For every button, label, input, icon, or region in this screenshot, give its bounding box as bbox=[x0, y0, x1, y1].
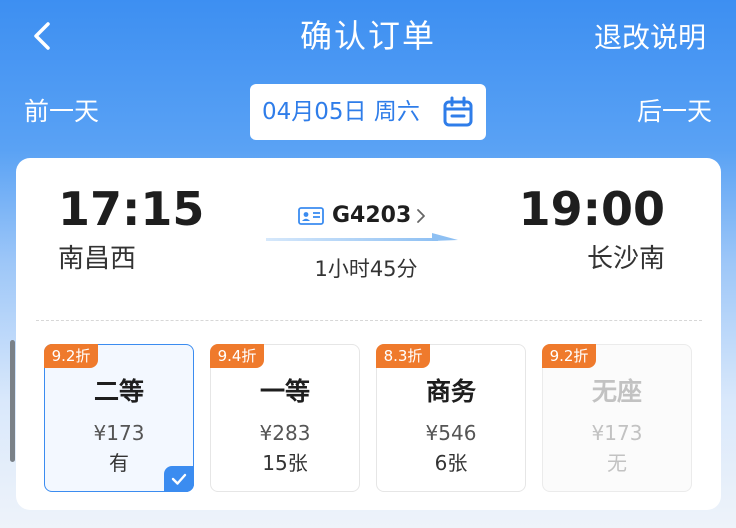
direction-arrow-icon bbox=[266, 233, 458, 241]
train-number: G4203 bbox=[332, 203, 412, 228]
seat-class-name: 无座 bbox=[591, 377, 642, 406]
seat-availability: 6张 bbox=[434, 451, 468, 475]
seat-class-name: 一等 bbox=[259, 377, 310, 406]
date-text: 04月05日 周六 bbox=[262, 99, 420, 125]
date-bar: 前一天 04月05日 周六 后一天 bbox=[0, 82, 736, 144]
seat-option-business-class[interactable]: 8.3折 商务 ¥546 6张 bbox=[376, 344, 526, 492]
discount-badge: 9.2折 bbox=[542, 344, 596, 368]
header-bar: 确认订单 退改说明 bbox=[0, 0, 736, 76]
seat-class-name: 商务 bbox=[425, 377, 476, 406]
discount-badge: 8.3折 bbox=[376, 344, 430, 368]
seat-price: ¥283 bbox=[259, 421, 311, 445]
seat-option-first-class[interactable]: 9.4折 一等 ¥283 15张 bbox=[210, 344, 360, 492]
seat-availability: 15张 bbox=[262, 451, 308, 475]
calendar-icon bbox=[443, 96, 473, 127]
next-day-button[interactable]: 后一天 bbox=[637, 96, 712, 128]
date-picker[interactable]: 04月05日 周六 bbox=[250, 84, 486, 140]
seat-price: ¥173 bbox=[591, 421, 643, 445]
discount-badge: 9.4折 bbox=[210, 344, 264, 368]
seat-price: ¥173 bbox=[93, 421, 145, 445]
selected-check-icon bbox=[164, 466, 194, 492]
seat-price: ¥546 bbox=[425, 421, 477, 445]
chevron-right-icon bbox=[417, 209, 426, 223]
id-card-icon bbox=[298, 207, 324, 225]
departure-time: 17:15 bbox=[58, 182, 205, 236]
seat-option-second-class[interactable]: 9.2折 二等 ¥173 有 bbox=[44, 344, 194, 492]
arrival-time: 19:00 bbox=[518, 182, 665, 236]
seat-class-name: 二等 bbox=[93, 377, 144, 406]
trip-card: 17:15 南昌西 G4203 1小时45分 19:00 长沙南 9.2折 二等 bbox=[16, 158, 721, 510]
refund-policy-link[interactable]: 退改说明 bbox=[594, 20, 706, 56]
seat-option-no-seat[interactable]: 9.2折 无座 ¥173 无 bbox=[542, 344, 692, 492]
seat-availability: 无 bbox=[607, 451, 627, 475]
scroll-indicator bbox=[10, 340, 15, 462]
trip-duration: 1小时45分 bbox=[314, 257, 418, 281]
discount-badge: 9.2折 bbox=[44, 344, 98, 368]
divider bbox=[36, 320, 702, 321]
train-number-link[interactable]: G4203 bbox=[298, 200, 427, 232]
departure-station: 南昌西 bbox=[58, 244, 137, 274]
arrival-station: 长沙南 bbox=[586, 244, 665, 274]
prev-day-button[interactable]: 前一天 bbox=[24, 96, 99, 128]
